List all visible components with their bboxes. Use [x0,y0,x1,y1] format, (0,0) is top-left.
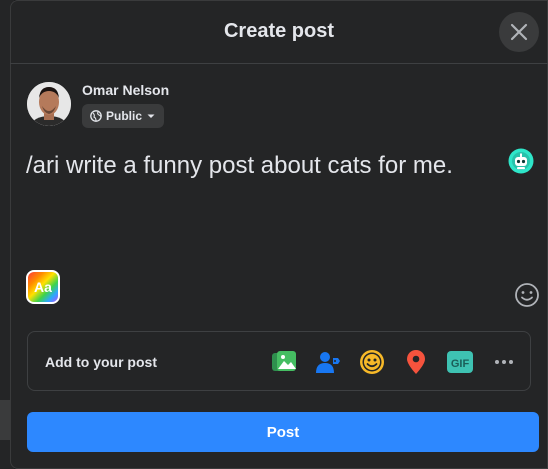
dialog-header: Create post [10,0,548,64]
create-post-dialog: Create post Omar Nelson Public /ari writ… [10,0,548,469]
close-button[interactable] [499,12,539,52]
emoji-icon[interactable] [513,281,541,309]
feeling-activity-button[interactable] [354,344,390,380]
gif-icon: GIF [447,351,473,373]
gif-label: GIF [451,358,470,370]
caret-down-icon [147,114,155,118]
close-icon [510,23,528,41]
tag-people-button[interactable] [310,344,346,380]
user-name[interactable]: Omar Nelson [82,82,169,98]
privacy-selector[interactable]: Public [82,104,165,128]
tag-people-icon [316,352,340,373]
ai-assistant-icon[interactable] [508,148,534,174]
add-to-post-options: GIF [258,346,522,378]
check-in-button[interactable] [398,344,434,380]
add-to-post-label: Add to your post [45,354,157,370]
globe-icon [90,110,102,122]
more-options-button[interactable] [486,344,522,380]
check-in-icon [407,350,425,374]
post-button[interactable]: Post [27,412,539,452]
text-background-button[interactable]: Aa [26,270,60,304]
post-text-input[interactable]: /ari write a funny post about cats for m… [26,150,506,182]
feeling-activity-icon [360,350,384,374]
add-to-post-bar: Add to your post GIF [27,331,531,391]
photo-video-icon [272,351,296,371]
privacy-label: Public [106,109,143,123]
gif-button[interactable]: GIF [442,344,478,380]
more-options-icon [495,360,513,364]
text-format-label: Aa [34,279,52,295]
dialog-title: Create post [223,20,335,42]
photo-video-button[interactable] [266,344,302,380]
avatar [27,82,71,126]
